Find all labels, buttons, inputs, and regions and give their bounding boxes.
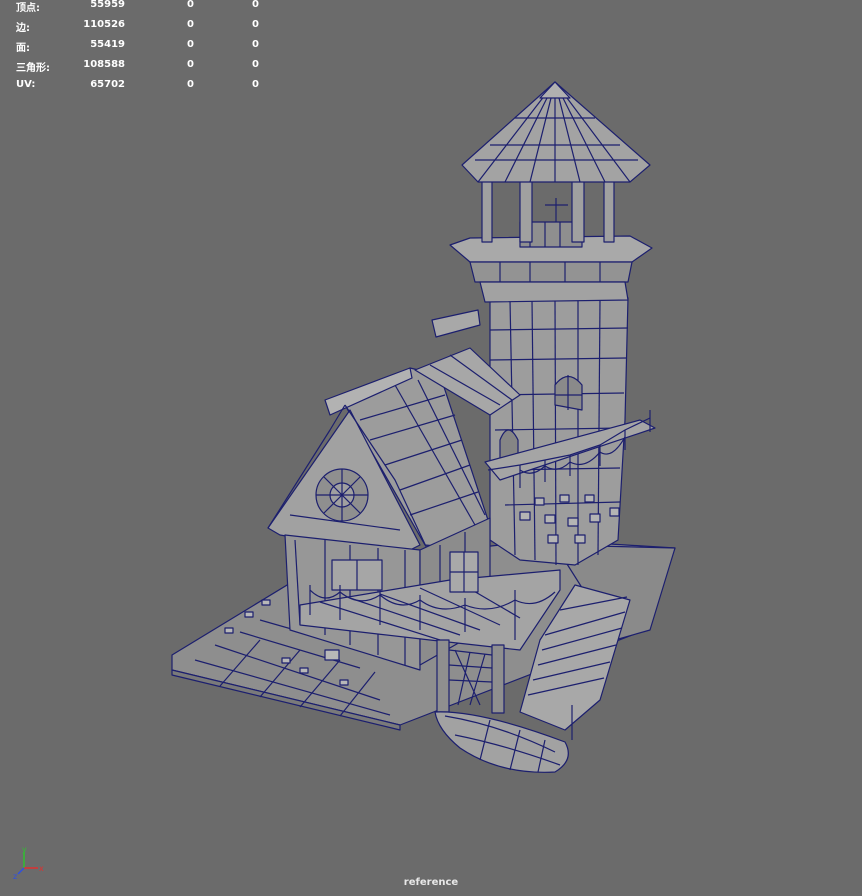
hud-value: 110526 bbox=[83, 19, 125, 30]
axis-y-label: y bbox=[22, 846, 27, 854]
lighthouse-roof bbox=[461, 81, 651, 183]
hud-label: UV: bbox=[16, 79, 36, 90]
hud-row-uvs: UV: 65702 0 0 bbox=[0, 79, 270, 100]
hud-row-edges: 边: 110526 0 0 bbox=[0, 19, 270, 40]
hud-value: 0 bbox=[252, 79, 259, 90]
hud-row-triangles: 三角形: 108588 0 0 bbox=[0, 59, 270, 80]
hud-label: 三角形: bbox=[16, 63, 50, 74]
hud-value: 0 bbox=[187, 59, 194, 70]
poly-count-hud: 顶点: 55959 0 0 边: 110526 0 0 面: 55419 0 0… bbox=[0, 0, 270, 100]
hud-value: 0 bbox=[252, 0, 259, 10]
hud-value: 0 bbox=[187, 0, 194, 10]
camera-name-label: reference bbox=[403, 877, 459, 888]
hud-value: 0 bbox=[187, 79, 194, 90]
hud-value: 0 bbox=[187, 39, 194, 50]
hud-label: 边: bbox=[16, 23, 30, 34]
hud-value: 0 bbox=[252, 39, 259, 50]
hud-label: 面: bbox=[16, 43, 30, 54]
hud-value: 0 bbox=[252, 59, 259, 70]
viewport-3d-model[interactable] bbox=[0, 0, 862, 896]
hud-label: 顶点: bbox=[16, 3, 40, 14]
hud-row-vertices: 顶点: 55959 0 0 bbox=[0, 0, 270, 20]
hud-value: 0 bbox=[252, 19, 259, 30]
hud-value: 55419 bbox=[90, 39, 125, 50]
hud-value: 65702 bbox=[90, 79, 125, 90]
axis-x-label: x bbox=[39, 864, 44, 873]
hud-value: 55959 bbox=[90, 0, 125, 10]
hud-value: 108588 bbox=[83, 59, 125, 70]
hud-value: 0 bbox=[187, 19, 194, 30]
tower-upper-ring bbox=[449, 198, 653, 303]
hud-row-faces: 面: 55419 0 0 bbox=[0, 39, 270, 60]
